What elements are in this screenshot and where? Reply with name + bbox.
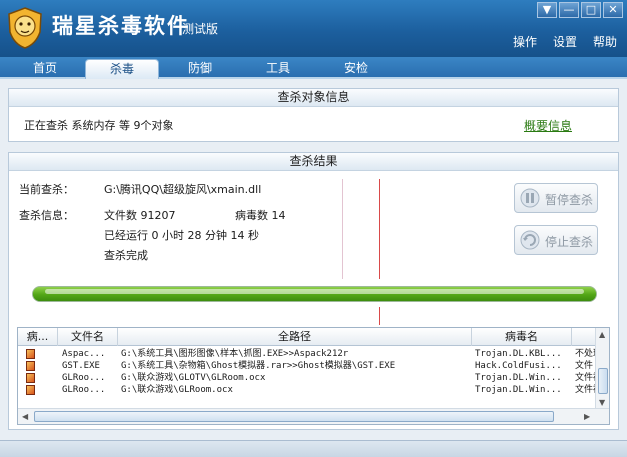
table-header: 病... 文件名 全路径 病毒名 bbox=[18, 328, 596, 346]
scan-progress-bar bbox=[32, 286, 597, 302]
radar-line-lower bbox=[379, 307, 380, 325]
radar-line-left bbox=[342, 179, 343, 279]
stop-icon bbox=[520, 230, 540, 250]
tab-tools[interactable]: 工具 bbox=[241, 59, 315, 79]
rising-lion-logo-icon bbox=[8, 7, 42, 49]
virus-count: 病毒数 14 bbox=[235, 209, 286, 222]
scan-target-header: 查杀对象信息 bbox=[9, 89, 618, 107]
menu-help[interactable]: 帮助 bbox=[593, 33, 617, 50]
row-action: 文件被 bbox=[575, 373, 596, 383]
virus-flag-icon bbox=[26, 373, 35, 383]
tab-defense[interactable]: 防御 bbox=[163, 59, 237, 79]
col-full-path[interactable]: 全路径 bbox=[118, 328, 472, 346]
row-virus: Trojan.DL.Win... bbox=[475, 385, 562, 395]
col-virus-name[interactable]: 病毒名 bbox=[472, 328, 572, 346]
tab-antivirus[interactable]: 杀毒 bbox=[85, 59, 159, 79]
current-scan-label: 当前查杀： bbox=[19, 183, 74, 196]
row-path: G:\系统工具\杂物箱\Ghost模拟器.rar>>Ghost模拟器\GST.E… bbox=[121, 361, 396, 371]
table-row[interactable]: GLRoo... G:\联众游戏\GLRoom.ocx Trojan.DL.Wi… bbox=[18, 384, 596, 396]
row-path: G:\系统工具\图形图像\样本\抓图.EXE>>Aspack212r bbox=[121, 349, 349, 359]
scan-result-header: 查杀结果 bbox=[9, 153, 618, 171]
col-action[interactable] bbox=[572, 328, 596, 346]
table-row[interactable]: GST.EXE G:\系统工具\杂物箱\Ghost模拟器.rar>>Ghost模… bbox=[18, 360, 596, 372]
scroll-right-icon[interactable]: ▶ bbox=[584, 412, 590, 421]
scan-target-status: 正在查杀 系统内存 等 9个对象 bbox=[24, 119, 174, 132]
pause-scan-label: 暂停查杀 bbox=[545, 193, 594, 207]
main-tabs: 首页 杀毒 防御 工具 安检 bbox=[0, 57, 627, 79]
row-filename: GLRoo... bbox=[62, 373, 106, 383]
result-table: 病... 文件名 全路径 病毒名 Aspac... G:\系统工具\图形图像\样… bbox=[17, 327, 610, 425]
dropdown-window-button[interactable]: ▼ bbox=[537, 2, 557, 18]
top-menu: 操作 设置 帮助 bbox=[513, 33, 617, 50]
app-edition: 测试版 bbox=[182, 22, 219, 36]
virus-flag-icon bbox=[26, 361, 35, 371]
pause-icon bbox=[520, 188, 540, 208]
virus-flag-icon bbox=[26, 385, 35, 395]
close-button[interactable]: ✕ bbox=[603, 2, 623, 18]
vertical-scroll-thumb[interactable] bbox=[598, 368, 608, 394]
current-scan-path: G:\腾讯QQ\超级旋风\xmain.dll bbox=[104, 183, 262, 196]
row-filename: GST.EXE bbox=[62, 361, 100, 371]
progress-highlight bbox=[45, 289, 584, 294]
elapsed-time: 已经运行 0 小时 28 分钟 14 秒 bbox=[104, 229, 259, 242]
radar-line-right bbox=[379, 179, 380, 279]
row-action: 文件 bbox=[575, 361, 594, 371]
stop-scan-label: 停止查杀 bbox=[545, 235, 594, 249]
row-filename: GLRoo... bbox=[62, 385, 106, 395]
row-action: 不处理 bbox=[575, 349, 596, 359]
row-path: G:\联众游戏\GLRoom.ocx bbox=[121, 385, 233, 395]
tab-security-check[interactable]: 安检 bbox=[319, 59, 393, 79]
window-controls: ▼ — □ ✕ bbox=[537, 2, 623, 18]
scan-complete-text: 查杀完成 bbox=[104, 249, 148, 262]
app-title: 瑞星杀毒软件 bbox=[52, 14, 190, 38]
scan-info-label: 查杀信息： bbox=[19, 209, 74, 222]
minimize-button[interactable]: — bbox=[559, 2, 579, 18]
pause-scan-button[interactable]: 暂停查杀 bbox=[514, 183, 598, 213]
row-filename: Aspac... bbox=[62, 349, 106, 359]
table-row[interactable]: GLRoo... G:\联众游戏\GLOTV\GLRoom.ocx Trojan… bbox=[18, 372, 596, 384]
table-row[interactable]: Aspac... G:\系统工具\图形图像\样本\抓图.EXE>>Aspack2… bbox=[18, 348, 596, 360]
menu-operate[interactable]: 操作 bbox=[513, 33, 537, 50]
horizontal-scroll-thumb[interactable] bbox=[34, 411, 554, 422]
stop-scan-button[interactable]: 停止查杀 bbox=[514, 225, 598, 255]
table-horizontal-scrollbar[interactable]: ◀ ▶ bbox=[18, 408, 609, 424]
tab-home[interactable]: 首页 bbox=[8, 59, 82, 79]
scroll-left-icon[interactable]: ◀ bbox=[22, 412, 28, 421]
maximize-button[interactable]: □ bbox=[581, 2, 601, 18]
col-status[interactable]: 病... bbox=[18, 328, 58, 346]
scroll-down-icon[interactable]: ▼ bbox=[599, 398, 605, 407]
row-virus: Trojan.DL.KBL... bbox=[475, 349, 562, 359]
status-bar bbox=[0, 440, 627, 457]
table-vertical-scrollbar[interactable]: ▲ ▼ bbox=[595, 328, 609, 410]
file-count: 文件数 91207 bbox=[104, 209, 176, 222]
summary-info-link[interactable]: 概要信息 bbox=[524, 117, 572, 134]
virus-flag-icon bbox=[26, 349, 35, 359]
scan-result-panel: 查杀结果 当前查杀： G:\腾讯QQ\超级旋风\xmain.dll 查杀信息： … bbox=[8, 152, 619, 430]
row-action: 文件被 bbox=[575, 385, 596, 395]
menu-settings[interactable]: 设置 bbox=[553, 33, 577, 50]
row-virus: Hack.ColdFusi... bbox=[475, 361, 562, 371]
title-bar: 瑞星杀毒软件 测试版 ▼ — □ ✕ 操作 设置 帮助 bbox=[0, 0, 627, 57]
row-path: G:\联众游戏\GLOTV\GLRoom.ocx bbox=[121, 373, 266, 383]
scroll-up-icon[interactable]: ▲ bbox=[599, 330, 605, 339]
col-filename[interactable]: 文件名 bbox=[58, 328, 118, 346]
scan-target-panel: 查杀对象信息 正在查杀 系统内存 等 9个对象 概要信息 bbox=[8, 88, 619, 142]
row-virus: Trojan.DL.Win... bbox=[475, 373, 562, 383]
